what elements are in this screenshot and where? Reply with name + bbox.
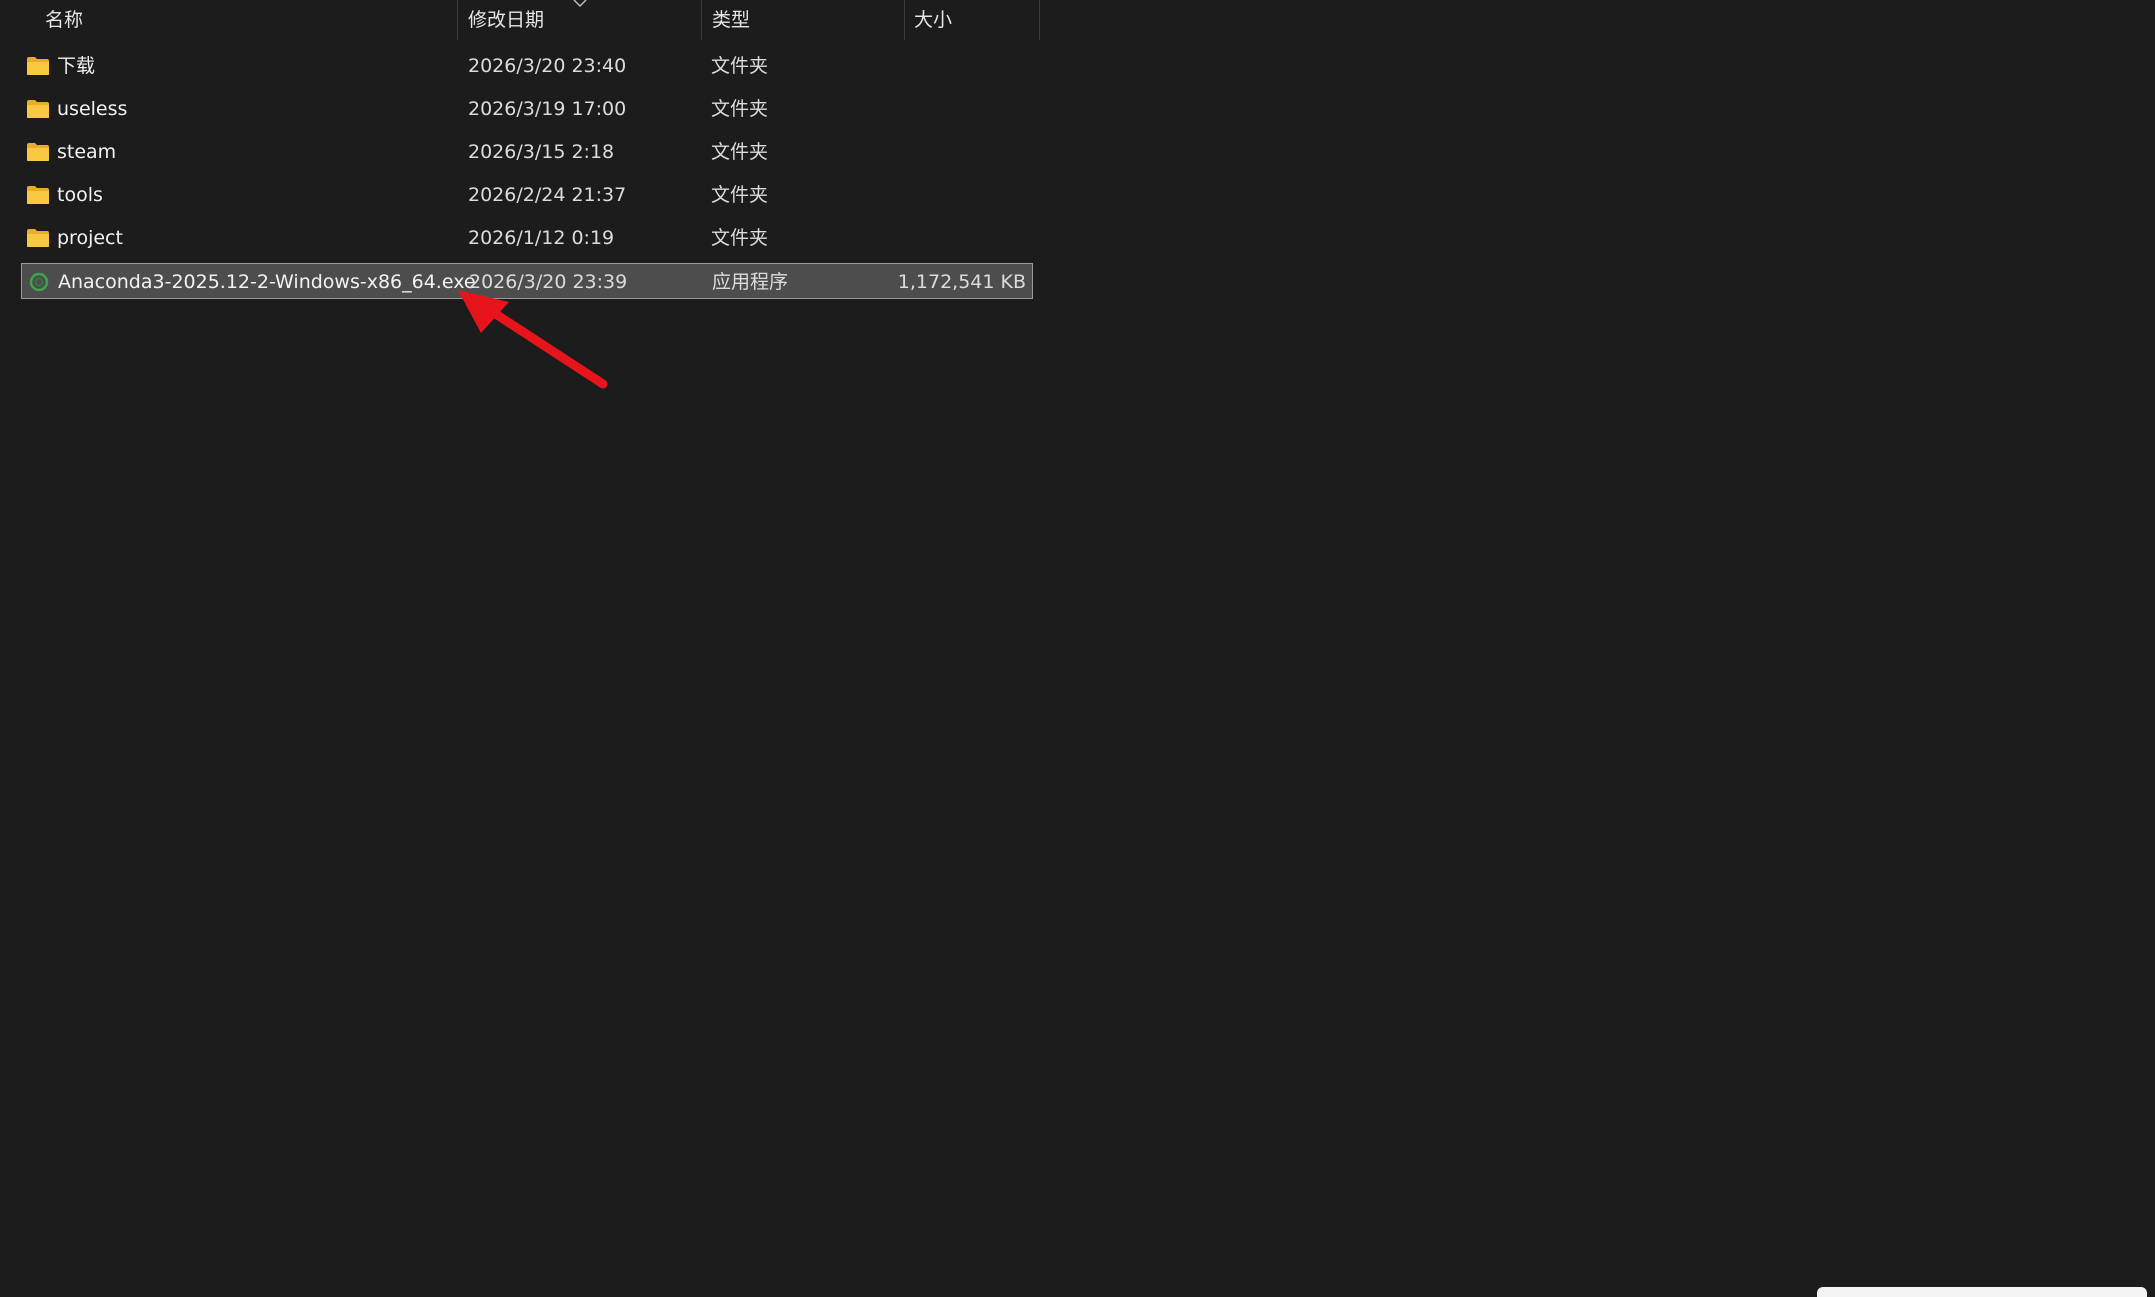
edge-panel: [1817, 1287, 2147, 1297]
folder-icon: [27, 100, 49, 118]
file-row-downloads[interactable]: 下载 2026/3/20 23:40 文件夹: [21, 48, 1033, 84]
file-name: steam: [57, 141, 117, 163]
file-modified: 2026/3/20 23:40: [468, 55, 627, 77]
file-name: 下载: [57, 55, 96, 77]
file-type: 文件夹: [711, 98, 769, 120]
file-row-tools[interactable]: tools 2026/2/24 21:37 文件夹: [21, 177, 1033, 213]
folder-icon: [27, 57, 49, 75]
folder-icon: [27, 143, 49, 161]
file-modified: 2026/1/12 0:19: [468, 227, 615, 249]
column-header-type[interactable]: 类型: [702, 0, 902, 40]
folder-icon: [27, 186, 49, 204]
file-modified: 2026/2/24 21:37: [468, 184, 627, 206]
file-type: 文件夹: [711, 141, 769, 163]
file-modified: 2026/3/15 2:18: [468, 141, 615, 163]
file-explorer: 名称 修改日期 类型 大小 下载 2026/3/20 23:40 文件夹 use…: [0, 0, 2155, 1297]
file-type: 文件夹: [711, 55, 769, 77]
file-row-useless[interactable]: useless 2026/3/19 17:00 文件夹: [21, 91, 1033, 127]
column-separator[interactable]: [1039, 0, 1040, 40]
column-header-bar: 名称 修改日期 类型 大小: [0, 0, 1040, 40]
sort-descending-icon: [573, 0, 587, 8]
file-type: 文件夹: [711, 227, 769, 249]
file-row-project[interactable]: project 2026/1/12 0:19 文件夹: [21, 220, 1033, 256]
file-row-anaconda-installer[interactable]: Anaconda3-2025.12-2-Windows-x86_64.exe 2…: [21, 263, 1033, 299]
file-row-steam[interactable]: steam 2026/3/15 2:18 文件夹: [21, 134, 1033, 170]
column-header-name[interactable]: 名称: [35, 0, 455, 40]
folder-icon: [27, 229, 49, 247]
file-type: 文件夹: [711, 184, 769, 206]
file-name: useless: [57, 98, 128, 120]
anaconda-icon: [29, 272, 49, 292]
column-header-size[interactable]: 大小: [904, 0, 1038, 40]
file-name: Anaconda3-2025.12-2-Windows-x86_64.exe: [58, 271, 476, 293]
file-type: 应用程序: [712, 271, 789, 293]
file-name: project: [57, 227, 123, 249]
file-name: tools: [57, 184, 103, 206]
file-modified: 2026/3/19 17:00: [468, 98, 627, 120]
file-modified: 2026/3/20 23:39: [469, 271, 628, 293]
file-size: 1,172,541 KB: [897, 271, 1026, 293]
